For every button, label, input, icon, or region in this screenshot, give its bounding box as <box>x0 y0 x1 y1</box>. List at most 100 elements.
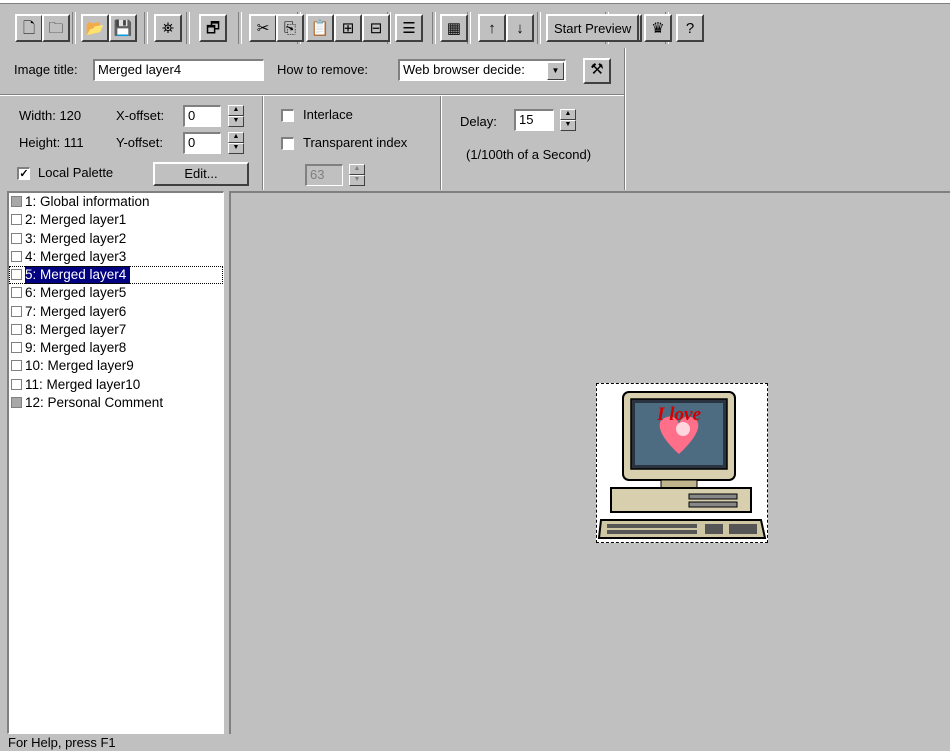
y-offset-input[interactable]: 0 <box>183 132 221 154</box>
transparent-index-checkbox[interactable] <box>281 137 294 150</box>
delay-input[interactable]: 15 <box>514 109 554 131</box>
open-folder-button[interactable]: 📂 <box>81 14 109 42</box>
layer-label: 5: Merged layer4 <box>25 266 131 284</box>
x-offset-label: X-offset: <box>116 108 165 123</box>
layer-checkbox[interactable] <box>11 360 22 372</box>
x-offset-input[interactable]: 0 <box>183 105 221 127</box>
layer-checkbox[interactable] <box>11 342 22 353</box>
layer-item[interactable]: 10: Merged layer9 <box>9 357 223 375</box>
toolbar-separator <box>186 12 190 44</box>
layer-checkbox[interactable] <box>11 378 22 390</box>
layer-checkbox[interactable] <box>11 196 22 207</box>
optimize-icon: ⛯ <box>161 19 174 37</box>
width-label: Width: 120 <box>19 108 82 123</box>
layer-item[interactable]: 1: Global information <box>9 193 223 211</box>
properties-button[interactable]: 🗗 <box>199 14 227 42</box>
layer-item[interactable]: 4: Merged layer3 <box>9 248 223 266</box>
layer-item[interactable]: 8: Merged layer7 <box>9 321 223 339</box>
layer-item[interactable]: 6: Merged layer5 <box>9 284 223 302</box>
banner-button[interactable]: ▦ <box>440 14 468 42</box>
layer-checkbox[interactable] <box>11 305 22 317</box>
move-down-button[interactable]: ↓ <box>506 14 534 42</box>
paste-icon: 📋 <box>310 19 330 37</box>
layer-item[interactable]: 9: Merged layer8 <box>9 339 223 357</box>
frame-preview-image[interactable]: I love <box>596 383 768 543</box>
layer-label: 10: Merged layer9 <box>25 358 134 374</box>
delay-unit-label: (1/100th of a Second) <box>466 147 592 162</box>
transparent-index-spinner: ▲ ▼ <box>349 164 365 186</box>
new-button[interactable]: 🗋 <box>15 14 43 42</box>
toolbar: 🗋🗀📂💾⛯🗗✂⎘📋⊞⊟☰▦↑↓ℯ♛?Start Preview <box>0 0 950 48</box>
save-button[interactable]: 💾 <box>109 14 137 42</box>
layer-checkbox[interactable] <box>11 232 22 244</box>
status-text: For Help, press F1 <box>8 735 116 750</box>
how-to-remove-select[interactable]: Web browser decide: ▼ <box>398 59 566 81</box>
insert-text-icon: ☰ <box>402 19 416 37</box>
menu-divider <box>0 0 950 4</box>
properties-icon: 🗗 <box>205 19 221 37</box>
netscape-button[interactable]: ♛ <box>644 14 672 42</box>
layer-label: 1: Global information <box>25 194 150 209</box>
cut-icon: ✂ <box>256 19 270 37</box>
local-palette-checkbox[interactable]: ✓ <box>17 167 30 180</box>
open-wizard-button[interactable]: 🗀 <box>42 14 70 42</box>
cut-button[interactable]: ✂ <box>249 14 277 42</box>
x-offset-spinner[interactable]: ▲ ▼ <box>228 105 244 127</box>
layer-item[interactable]: 3: Merged layer2 <box>9 230 223 248</box>
layer-label: 3: Merged layer2 <box>25 230 127 246</box>
layer-label: 7: Merged layer6 <box>25 303 127 319</box>
y-offset-spinner[interactable]: ▲ ▼ <box>228 132 244 154</box>
layer-item[interactable]: 2: Merged layer1 <box>9 211 223 229</box>
layer-checkbox[interactable] <box>11 323 22 335</box>
layer-checkbox[interactable] <box>11 214 22 226</box>
insert-frame-icon: ⊞ <box>341 19 355 37</box>
insert-text-button[interactable]: ☰ <box>395 14 423 42</box>
transparent-index-input: 63 <box>305 164 343 186</box>
layer-label: 6: Merged layer5 <box>25 285 127 301</box>
insert-frame-button[interactable]: ⊞ <box>334 14 362 42</box>
banner-icon: ▦ <box>446 19 462 37</box>
open-wizard-icon: 🗀 <box>48 19 64 37</box>
layer-checkbox[interactable] <box>11 250 22 262</box>
transparent-index-label: Transparent index <box>303 135 408 150</box>
divider <box>0 94 625 96</box>
frame-properties-panel: Image title: Merged layer4 How to remove… <box>0 48 950 190</box>
image-title-input[interactable]: Merged layer4 <box>93 59 264 81</box>
magic-wand-button[interactable]: ⚒ <box>583 58 611 84</box>
paste-button[interactable]: 📋 <box>306 14 334 42</box>
divider <box>262 96 264 190</box>
interlace-checkbox[interactable] <box>281 109 294 122</box>
layer-item[interactable]: 7: Merged layer6 <box>9 303 223 321</box>
move-up-icon: ↑ <box>488 19 496 37</box>
layer-label: 2: Merged layer1 <box>25 212 127 228</box>
edit-palette-button[interactable]: Edit... <box>153 162 249 186</box>
insert-image-button[interactable]: ⊟ <box>362 14 390 42</box>
move-down-icon: ↓ <box>516 19 524 37</box>
move-up-button[interactable]: ↑ <box>478 14 506 42</box>
divider <box>440 96 442 190</box>
optimize-button[interactable]: ⛯ <box>154 14 182 42</box>
layer-checkbox[interactable] <box>11 287 22 299</box>
layer-label: 4: Merged layer3 <box>25 248 127 264</box>
layer-item[interactable]: 11: Merged layer10 <box>9 376 223 394</box>
layer-item[interactable]: 12: Personal Comment <box>9 394 223 412</box>
insert-image-icon: ⊟ <box>369 19 383 37</box>
help-icon: ? <box>685 19 695 37</box>
layer-checkbox[interactable] <box>11 269 22 280</box>
toolbar-separator <box>144 12 148 44</box>
layer-item[interactable]: 5: Merged layer4 <box>9 266 223 285</box>
divider <box>624 48 626 190</box>
start-preview-button[interactable]: Start Preview <box>546 14 640 42</box>
layer-checkbox[interactable] <box>11 396 22 408</box>
copy-icon: ⎘ <box>283 19 296 37</box>
toolbar-separator <box>238 12 242 44</box>
layer-list[interactable]: 1: Global information 2: Merged layer1 3: … <box>7 191 224 734</box>
delay-spinner[interactable]: ▲ ▼ <box>560 109 576 131</box>
open-folder-icon: 📂 <box>85 19 105 37</box>
copy-button[interactable]: ⎘ <box>276 14 304 42</box>
help-button[interactable]: ? <box>676 14 704 42</box>
chevron-down-icon[interactable]: ▼ <box>547 62 564 80</box>
layer-label: 11: Merged layer10 <box>25 376 141 392</box>
magic-wand-icon: ⚒ <box>590 61 604 78</box>
layer-label: 8: Merged layer7 <box>25 321 127 337</box>
